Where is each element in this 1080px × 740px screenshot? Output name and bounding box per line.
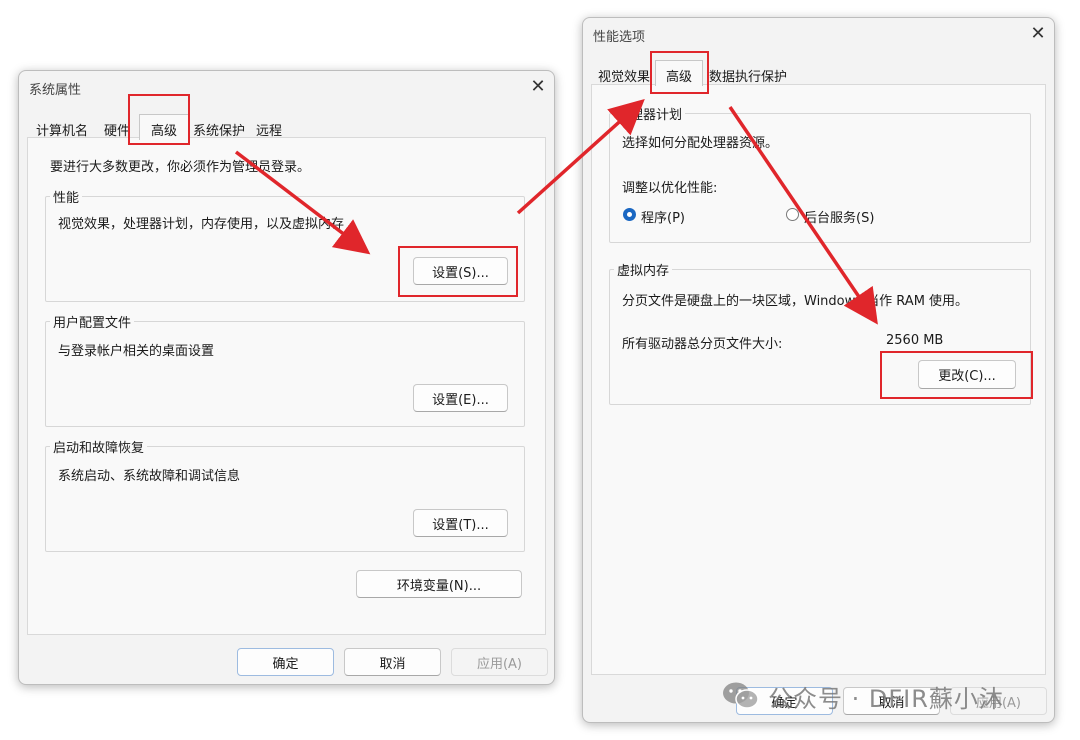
highlight-change-button bbox=[880, 351, 1033, 399]
paging-total-label: 所有驱动器总分页文件大小: bbox=[622, 337, 783, 352]
admin-note: 要进行大多数更改，你必须作为管理员登录。 bbox=[50, 160, 311, 175]
highlight-advanced-tab-right bbox=[650, 51, 709, 94]
processor-scheduling-desc: 选择如何分配处理器资源。 bbox=[622, 136, 779, 151]
close-icon[interactable]: ✕ bbox=[1024, 22, 1052, 46]
virtual-memory-desc: 分页文件是硬盘上的一块区域，Windows 当作 RAM 使用。 bbox=[622, 294, 969, 309]
user-profiles-group: 用户配置文件 与登录帐户相关的桌面设置 设置(E)... bbox=[45, 312, 525, 427]
adjust-label: 调整以优化性能: bbox=[622, 181, 718, 196]
radio-programs-label[interactable]: 程序(P) bbox=[641, 207, 685, 226]
cancel-button[interactable]: 取消 bbox=[344, 648, 441, 676]
highlight-performance-settings bbox=[398, 246, 518, 297]
system-properties-dialog: 系统属性 ✕ 计算机名 硬件 高级 系统保护 远程 要进行大多数更改，你必须作为… bbox=[18, 70, 555, 685]
processor-scheduling-group: 处理器计划 选择如何分配处理器资源。 调整以优化性能: 程序(P) 后台服务(S… bbox=[609, 104, 1031, 243]
performance-title: 性能 bbox=[50, 187, 83, 206]
wechat-logo-icon bbox=[722, 681, 760, 711]
dialog-title: 系统属性 bbox=[29, 83, 82, 98]
ok-button[interactable]: 确定 bbox=[237, 648, 334, 676]
startup-recovery-group: 启动和故障恢复 系统启动、系统故障和调试信息 设置(T)... bbox=[45, 437, 525, 552]
dialog-title: 性能选项 bbox=[593, 30, 646, 45]
paging-total-value: 2560 MB bbox=[886, 333, 944, 348]
startup-recovery-desc: 系统启动、系统故障和调试信息 bbox=[58, 469, 241, 484]
processor-scheduling-title: 处理器计划 bbox=[614, 104, 686, 123]
watermark: 公众号 · DFIR蘇小沐 bbox=[722, 676, 1004, 716]
tab-visual-effects[interactable]: 视觉效果 bbox=[593, 64, 655, 86]
radio-background-services-label[interactable]: 后台服务(S) bbox=[804, 207, 874, 226]
radio-programs[interactable] bbox=[623, 208, 636, 221]
user-profiles-title: 用户配置文件 bbox=[50, 312, 135, 331]
environment-variables-button[interactable]: 环境变量(N)... bbox=[356, 570, 522, 598]
radio-background-services[interactable] bbox=[786, 208, 799, 221]
watermark-text: 公众号 · DFIR蘇小沐 bbox=[768, 684, 1004, 713]
virtual-memory-title: 虚拟内存 bbox=[614, 260, 673, 279]
performance-desc: 视觉效果，处理器计划，内存使用，以及虚拟内存 bbox=[58, 217, 345, 232]
tab-panel-advanced: 要进行大多数更改，你必须作为管理员登录。 性能 视觉效果，处理器计划，内存使用，… bbox=[27, 137, 546, 635]
user-profiles-settings-button[interactable]: 设置(E)... bbox=[413, 384, 508, 412]
startup-recovery-settings-button[interactable]: 设置(T)... bbox=[413, 509, 508, 537]
startup-recovery-title: 启动和故障恢复 bbox=[50, 437, 148, 456]
highlight-advanced-tab-left bbox=[128, 94, 190, 145]
user-profiles-desc: 与登录帐户相关的桌面设置 bbox=[58, 344, 215, 359]
apply-button[interactable]: 应用(A) bbox=[451, 648, 548, 676]
close-icon[interactable]: ✕ bbox=[524, 75, 552, 99]
tab-dep[interactable]: 数据执行保护 bbox=[703, 64, 793, 86]
